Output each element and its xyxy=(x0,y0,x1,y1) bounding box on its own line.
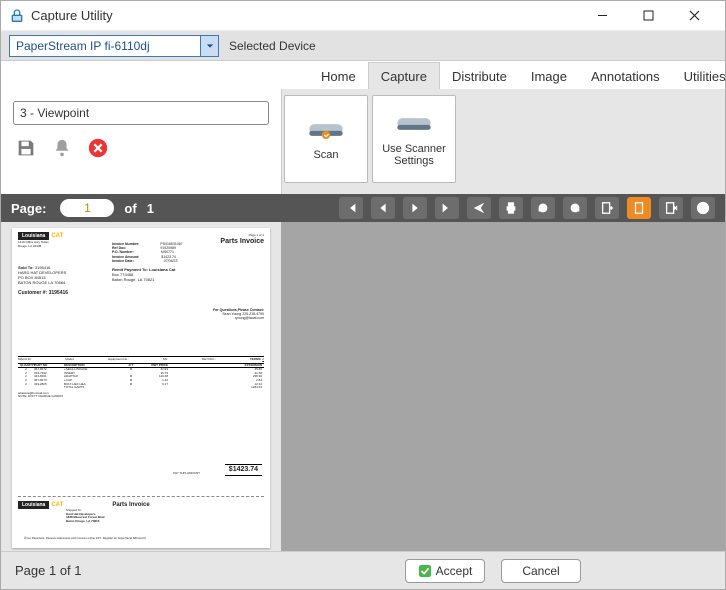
rotate-cw-button[interactable] xyxy=(563,197,587,219)
tab-capture[interactable]: Capture xyxy=(368,62,440,89)
thumbnail-pane[interactable]: LouisianaCAT 1419 Office Hwy NolanRouge,… xyxy=(1,222,281,551)
page-add-button[interactable] xyxy=(595,197,619,219)
page-label: Page: xyxy=(11,201,46,216)
page-delete-button[interactable] xyxy=(659,197,683,219)
of-label: of xyxy=(124,201,136,216)
doc-stub: LouisianaCAT Parts Invoice Shipped To: H… xyxy=(18,496,264,542)
tab-utilities[interactable]: Utilities xyxy=(672,63,726,89)
document-thumbnail[interactable]: LouisianaCAT 1419 Office Hwy NolanRouge,… xyxy=(12,228,270,548)
device-selected-text: PaperStream IP fi-6110dj xyxy=(10,39,200,53)
prev-page-button[interactable] xyxy=(371,197,395,219)
cancel-label: Cancel xyxy=(522,564,559,578)
last-page-button[interactable] xyxy=(435,197,459,219)
doc-brand2: CAT xyxy=(51,233,63,239)
page-total: 1 xyxy=(147,201,154,216)
tab-home[interactable]: Home xyxy=(309,63,368,89)
use-scanner-label: Use Scanner Settings xyxy=(377,143,451,167)
doc-paythis-label: PAY THIS AMOUNT xyxy=(173,472,200,476)
accept-button[interactable]: Accept xyxy=(405,559,485,583)
lock-icon xyxy=(9,8,25,24)
device-bar: PaperStream IP fi-6110dj Selected Device xyxy=(1,31,725,61)
bottom-bar: Page 1 of 1 Accept Cancel xyxy=(1,551,725,589)
chevron-down-icon[interactable] xyxy=(200,36,218,56)
work-row: 3 - Viewpoint Scan Use Scanner Settings xyxy=(1,89,725,194)
preview-area: LouisianaCAT 1419 Office Hwy NolanRouge,… xyxy=(1,222,725,551)
print-button[interactable] xyxy=(499,197,523,219)
rotate-ccw-button[interactable] xyxy=(531,197,555,219)
tabs: Home Capture Distribute Image Annotation… xyxy=(1,61,725,89)
doc-total: $1423.74 xyxy=(225,464,262,476)
window-controls xyxy=(579,1,717,31)
first-page-button[interactable] xyxy=(339,197,363,219)
selected-device-label: Selected Device xyxy=(229,39,316,53)
save-icon[interactable] xyxy=(13,135,39,161)
scan-label: Scan xyxy=(313,149,338,161)
close-button[interactable] xyxy=(671,1,717,31)
bell-icon[interactable] xyxy=(49,135,75,161)
titlebar: Capture Utility xyxy=(1,1,725,31)
doc-brand: Louisiana xyxy=(18,232,49,240)
ribbon-capture: Scan Use Scanner Settings xyxy=(281,89,725,194)
device-select[interactable]: PaperStream IP fi-6110dj xyxy=(9,35,219,57)
page-input[interactable] xyxy=(60,199,114,217)
doc-remit: Remit Payment To: Louisiana Cat Box 7744… xyxy=(112,268,175,282)
window-title: Capture Utility xyxy=(31,8,579,23)
doc-title: Parts Invoice xyxy=(220,238,264,246)
doc-meta: Invoice Number: PS016531067 Ref Doc: 919… xyxy=(112,242,183,263)
cancel-button[interactable]: Cancel xyxy=(501,559,581,583)
doc-table-header: MACH ID:Model:Equipment No.:SN:SW./VOC.:… xyxy=(18,356,264,364)
cancel-icon[interactable] xyxy=(85,135,111,161)
tab-annotations[interactable]: Annotations xyxy=(579,63,672,89)
accept-label: Accept xyxy=(436,564,473,578)
page-toolbar: Page: of 1 xyxy=(1,194,725,222)
page-active-button[interactable] xyxy=(627,197,651,219)
preview-canvas[interactable] xyxy=(281,222,725,551)
maximize-button[interactable] xyxy=(625,1,671,31)
viewpoint-field[interactable]: 3 - Viewpoint xyxy=(13,101,269,125)
doc-questions: For Questions,Please Contact: Sean Young… xyxy=(213,308,264,321)
viewpoint-panel: 3 - Viewpoint xyxy=(1,89,281,194)
scan-button[interactable]: Scan xyxy=(284,95,368,183)
next-page-button[interactable] xyxy=(403,197,427,219)
doc-table-row: TOTAL GARTS1284.63 xyxy=(18,386,264,390)
status-text: Page 1 of 1 xyxy=(15,563,275,578)
minimize-button[interactable] xyxy=(579,1,625,31)
send-button[interactable] xyxy=(467,197,491,219)
use-scanner-settings-button[interactable]: Use Scanner Settings xyxy=(372,95,456,183)
expand-button[interactable] xyxy=(691,197,715,219)
tab-image[interactable]: Image xyxy=(519,63,579,89)
tab-distribute[interactable]: Distribute xyxy=(440,63,519,89)
